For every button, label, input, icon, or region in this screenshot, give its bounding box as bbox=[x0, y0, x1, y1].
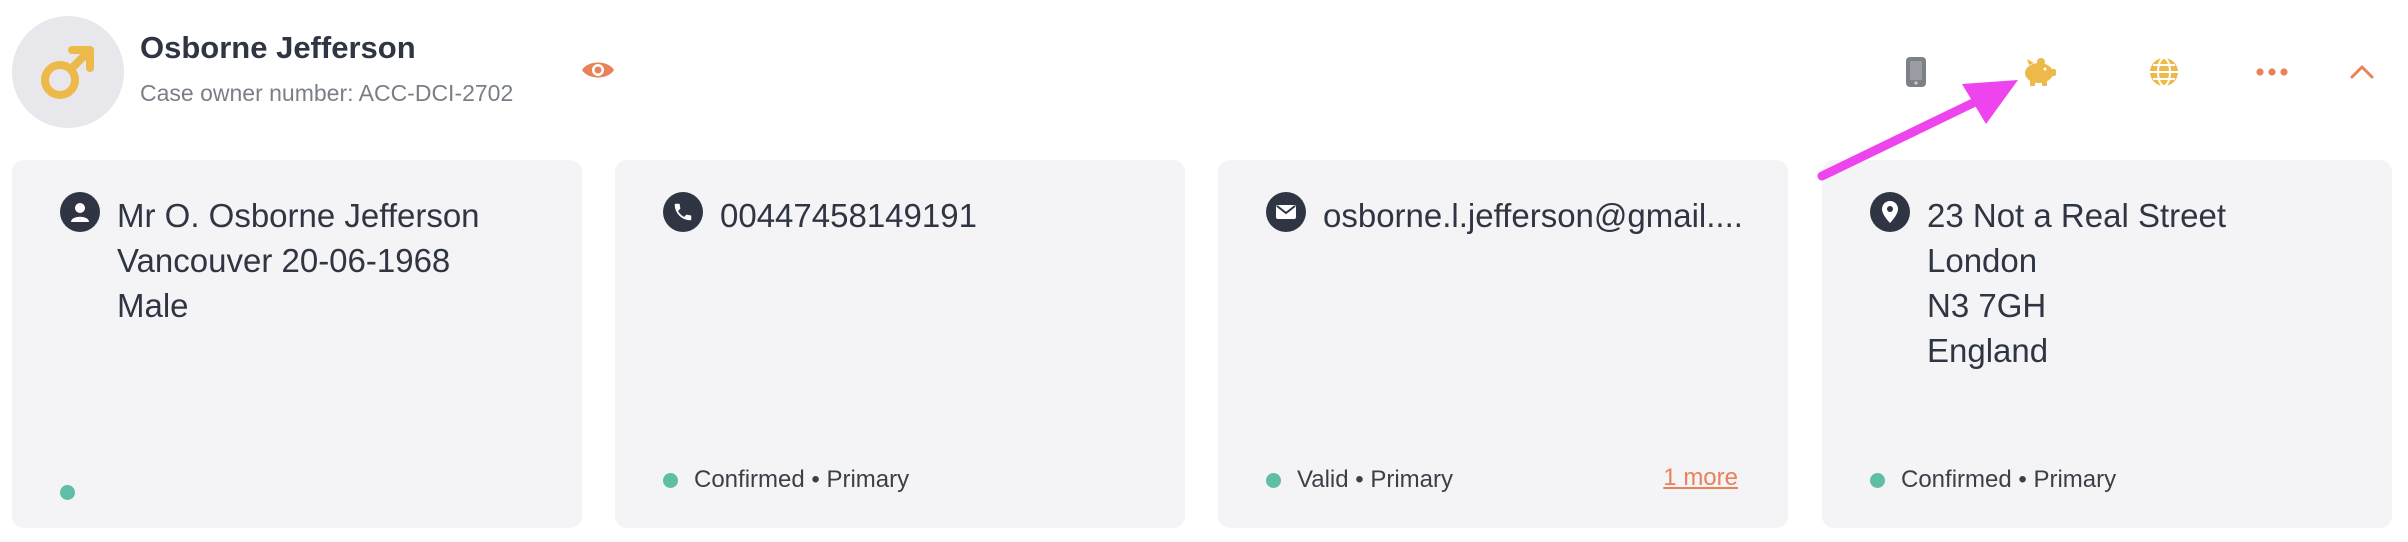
mobile-phone-icon bbox=[1906, 57, 1926, 87]
birth-place-date: Vancouver 20-06-1968 bbox=[117, 242, 451, 279]
postal-address: 23 Not a Real Street London N3 7GH Engla… bbox=[1927, 193, 2226, 373]
more-emails-link[interactable]: 1 more bbox=[1663, 464, 1738, 492]
personal-details-card: Mr O. Osborne Jefferson Vancouver 20-06-… bbox=[12, 160, 582, 528]
user-icon bbox=[60, 192, 100, 232]
phone-icon bbox=[663, 192, 703, 232]
address-status: Confirmed • Primary bbox=[1870, 466, 2116, 494]
email-status: Valid • Primary bbox=[1266, 466, 1453, 494]
address-postcode: N3 7GH bbox=[1927, 287, 2047, 324]
phone-number: 00447458149191 bbox=[720, 197, 977, 234]
location-pin-icon bbox=[1870, 192, 1910, 232]
globe-icon bbox=[2150, 57, 2178, 87]
phone-status-text: Confirmed • Primary bbox=[694, 466, 910, 493]
more-options-icon bbox=[2256, 68, 2288, 76]
phone-card: 00447458149191 Confirmed • Primary bbox=[615, 160, 1185, 528]
more-options-button[interactable] bbox=[2250, 50, 2294, 94]
phone-status: Confirmed • Primary bbox=[663, 466, 909, 494]
email-status-text: Valid • Primary bbox=[1297, 466, 1453, 493]
view-button[interactable] bbox=[580, 56, 616, 89]
gender: Male bbox=[117, 287, 189, 324]
address-card: 23 Not a Real Street London N3 7GH Engla… bbox=[1822, 160, 2392, 528]
full-name: Mr O. Osborne Jefferson bbox=[117, 197, 480, 234]
person-name: Osborne Jefferson bbox=[140, 30, 416, 65]
avatar bbox=[12, 16, 124, 128]
address-street: 23 Not a Real Street bbox=[1927, 197, 2226, 234]
eye-icon bbox=[582, 62, 614, 78]
status-dot bbox=[60, 485, 75, 500]
piggy-bank-icon bbox=[2025, 58, 2056, 86]
email-card: osborne.l.jefferson@gmail.... Valid • Pr… bbox=[1218, 160, 1788, 528]
chevron-up-icon bbox=[2350, 65, 2374, 79]
email-address: osborne.l.jefferson@gmail.... bbox=[1323, 197, 1743, 234]
collapse-button[interactable] bbox=[2340, 50, 2384, 94]
address-country: England bbox=[1927, 332, 2049, 369]
envelope-icon bbox=[1266, 192, 1306, 232]
web-button[interactable] bbox=[2142, 50, 2186, 94]
address-city: London bbox=[1927, 242, 2038, 279]
male-symbol-icon bbox=[41, 46, 94, 99]
mobile-phone-button[interactable] bbox=[1894, 50, 1938, 94]
status-dot bbox=[1266, 472, 1281, 488]
savings-button[interactable] bbox=[2018, 50, 2062, 94]
personal-details: Mr O. Osborne Jefferson Vancouver 20-06-… bbox=[117, 193, 480, 328]
status-dot bbox=[1870, 472, 1885, 488]
status bbox=[60, 485, 91, 500]
status-dot bbox=[663, 472, 678, 488]
case-owner-number: Case owner number: ACC-DCI-2702 bbox=[140, 80, 514, 106]
address-status-text: Confirmed • Primary bbox=[1901, 466, 2117, 493]
profile-header: Osborne Jefferson Case owner number: ACC… bbox=[0, 0, 2408, 148]
